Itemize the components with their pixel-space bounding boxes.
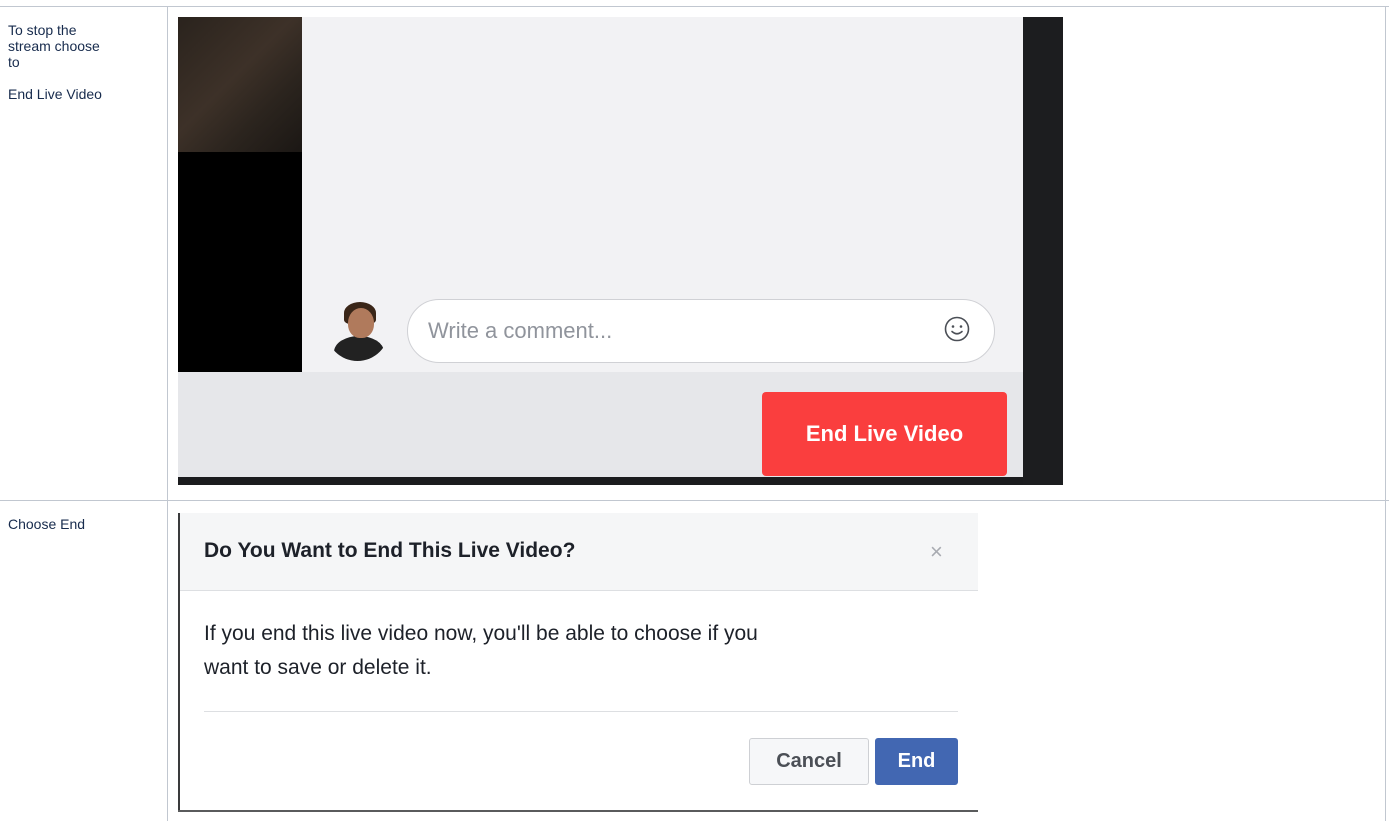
- end-button[interactable]: End: [875, 738, 958, 785]
- dialog-left-border: [178, 513, 180, 812]
- live-video-screenshot: Write a comment... End Live Video: [178, 17, 1063, 485]
- row1-label-line: To stop the: [8, 22, 77, 38]
- cancel-button[interactable]: Cancel: [749, 738, 869, 785]
- avatar: [326, 298, 389, 361]
- table-border-top: [0, 6, 1389, 7]
- dialog-bottom-border: [178, 810, 978, 812]
- instructions-table: To stop the stream choose to End Live Vi…: [0, 0, 1389, 821]
- table-column-divider: [167, 6, 168, 821]
- table-border-right: [1385, 6, 1386, 821]
- table-row-divider: [0, 500, 1389, 501]
- video-preview-black: [178, 152, 302, 372]
- emoji-icon[interactable]: [944, 316, 970, 342]
- dialog-divider: [204, 711, 958, 712]
- end-video-dialog-screenshot: Do You Want to End This Live Video? × If…: [178, 513, 978, 821]
- close-icon[interactable]: ×: [930, 540, 943, 564]
- dialog-body-text: If you end this live video now, you'll b…: [204, 622, 758, 679]
- comment-placeholder: Write a comment...: [428, 318, 613, 343]
- right-edge-overlay: [1023, 17, 1063, 485]
- row2-label: Choose End: [8, 516, 86, 532]
- row1-label-line: to: [8, 54, 20, 70]
- row1-label-end-live: End Live Video: [8, 86, 102, 102]
- row1-label: To stop the stream choose to End Live Vi…: [8, 22, 158, 102]
- end-live-video-button[interactable]: End Live Video: [762, 392, 1007, 476]
- row1-label-line: stream choose: [8, 38, 100, 54]
- dialog-title: Do You Want to End This Live Video?: [204, 539, 576, 562]
- video-preview: [178, 17, 302, 152]
- bottom-edge-overlay: [178, 477, 1023, 485]
